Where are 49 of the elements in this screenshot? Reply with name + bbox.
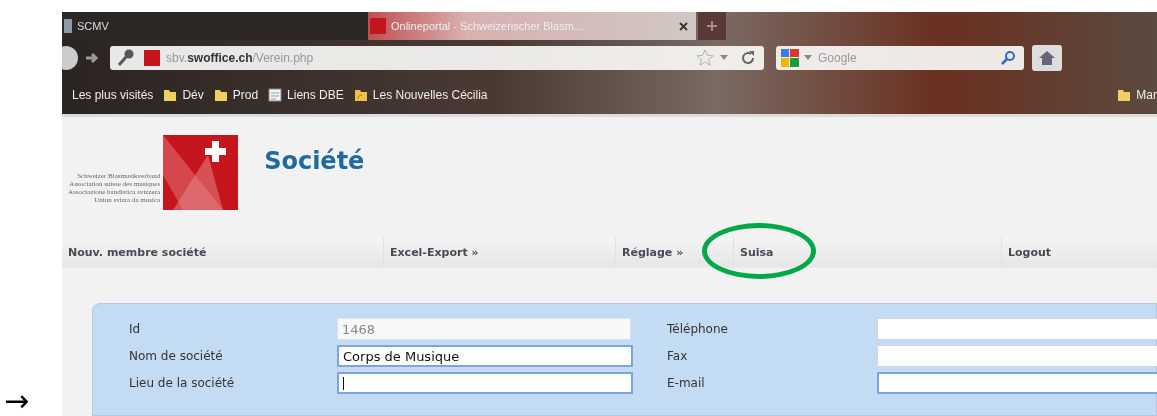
- field-label: Fax: [667, 349, 689, 363]
- menu-link[interactable]: Nouv. membre société: [62, 237, 384, 267]
- url-text: sbv.swoffice.ch/Verein.php: [166, 51, 314, 65]
- site-logo-icon: [144, 50, 160, 66]
- input-field[interactable]: Corps de Musique: [337, 345, 633, 367]
- house-icon: [1038, 50, 1056, 66]
- field-label: Id: [129, 322, 142, 336]
- search-bar[interactable]: Google: [776, 46, 1024, 70]
- input-field[interactable]: [337, 372, 633, 394]
- input-field[interactable]: [877, 318, 1157, 340]
- input-field[interactable]: [877, 372, 1157, 394]
- menu-link[interactable]: Logout: [1002, 237, 1157, 267]
- page-icon: [268, 88, 283, 102]
- browser-tab[interactable]: SCMV: [62, 12, 368, 40]
- menu-link[interactable]: Réglage »: [616, 237, 734, 267]
- bookmark-item[interactable]: Liens DBE: [268, 88, 344, 102]
- bookmark-item[interactable]: Dév: [163, 88, 204, 102]
- folder-icon: [1117, 88, 1132, 102]
- bookmark-item[interactable]: Mar: [1117, 88, 1157, 102]
- bookmark-item[interactable]: Prod: [213, 88, 259, 102]
- home-button[interactable]: [1032, 45, 1062, 71]
- feed-folder-icon: [353, 88, 368, 102]
- folder-icon: [213, 88, 228, 102]
- search-field[interactable]: Google: [816, 50, 996, 66]
- plus-icon: [707, 21, 717, 31]
- close-icon[interactable]: [679, 21, 688, 31]
- page-title: Société: [264, 147, 365, 175]
- caret-icon[interactable]: [804, 55, 812, 61]
- star-icon[interactable]: [696, 49, 714, 67]
- menu-link[interactable]: Suisa: [734, 237, 1002, 267]
- field-label: Nom de société: [129, 349, 224, 363]
- search-engine-icon: [780, 48, 800, 68]
- menu-link[interactable]: Excel-Export »: [384, 237, 616, 267]
- arrow-symbol: →: [4, 386, 30, 416]
- page-icon: [64, 19, 72, 33]
- caret-icon[interactable]: [720, 55, 728, 61]
- input-field[interactable]: [877, 345, 1157, 367]
- bookmark-item[interactable]: Les Nouvelles Cécilia: [353, 88, 488, 102]
- field-label: E-mail: [667, 376, 706, 390]
- field-label: Lieu de la société: [129, 376, 236, 390]
- bookmark-item[interactable]: Les plus visités: [72, 88, 154, 102]
- site-logo-icon: [370, 18, 386, 34]
- field-label: Téléphone: [667, 322, 729, 336]
- address-bar[interactable]: sbv.swoffice.ch/Verein.php: [110, 46, 764, 70]
- key-icon: [116, 48, 136, 68]
- reload-icon[interactable]: [740, 50, 756, 66]
- new-tab-button[interactable]: [698, 12, 726, 40]
- folder-icon: [163, 88, 178, 102]
- search-icon[interactable]: [1000, 50, 1016, 66]
